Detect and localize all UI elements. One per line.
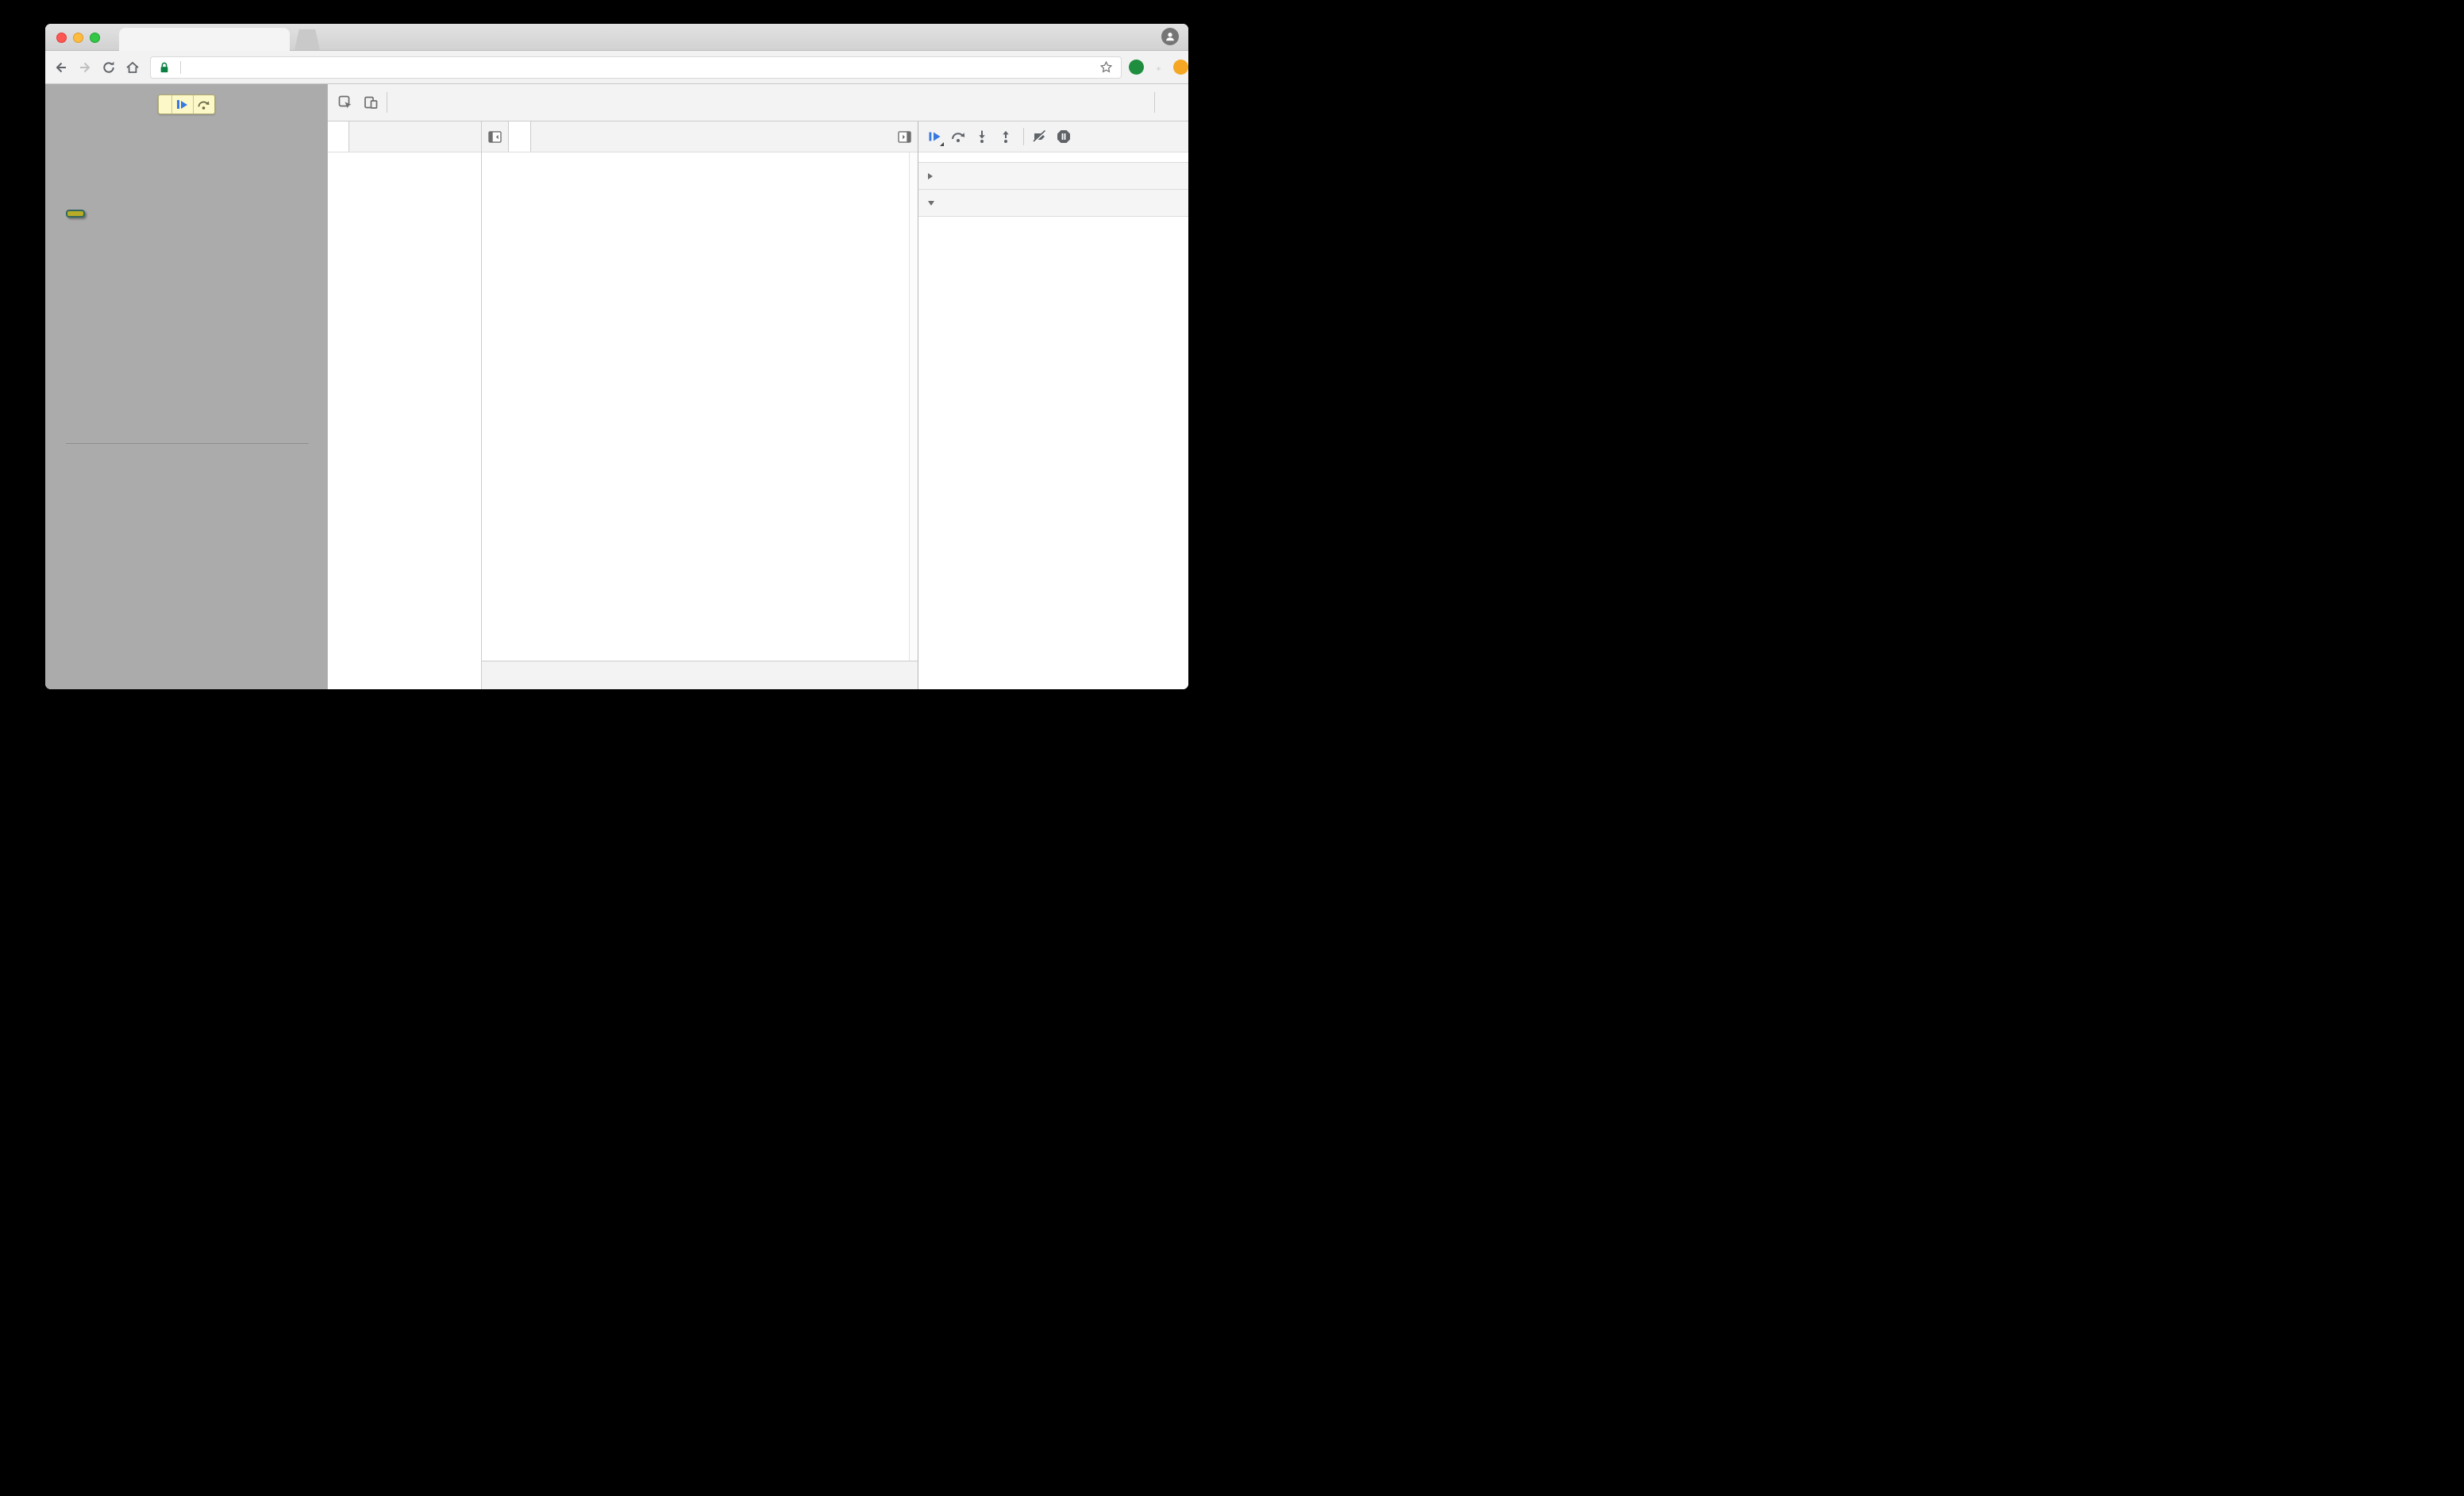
reload-button[interactable] — [101, 60, 117, 75]
demo-page — [45, 84, 327, 689]
deactivate-breakpoints-icon — [1032, 129, 1047, 144]
chevron-down-icon — [928, 200, 934, 206]
back-button[interactable] — [53, 60, 69, 75]
step-over-icon — [952, 133, 965, 142]
editor-scrollbar[interactable] — [909, 152, 918, 661]
profile-avatar[interactable] — [1161, 28, 1179, 45]
step-over-button[interactable] — [950, 129, 966, 145]
window-content — [45, 84, 1188, 689]
extension-ghost-icon[interactable]: ⁎ — [1151, 60, 1166, 75]
step-over-banner-button[interactable] — [192, 95, 214, 114]
editor-tab-vuejs[interactable] — [508, 121, 531, 152]
scrolled-section-sliver — [918, 152, 1188, 163]
section-event-listener-breakpoints[interactable] — [918, 190, 1188, 217]
breakpoint-category-list — [918, 217, 1188, 689]
resume-button[interactable] — [926, 129, 944, 146]
resume-icon — [177, 100, 187, 109]
editor-tab-bar — [482, 121, 918, 152]
forward-button[interactable] — [77, 60, 93, 75]
source-editor — [482, 121, 918, 689]
browser-window: ⁎ — [45, 24, 1188, 689]
step-out-icon — [1003, 130, 1009, 143]
step-into-icon — [979, 130, 985, 143]
click-count-button[interactable] — [66, 210, 85, 218]
navigator-more-tabs-chevron[interactable] — [349, 121, 365, 152]
debugger-sidebar — [918, 121, 1188, 689]
resume-script-button[interactable] — [171, 95, 193, 114]
devtools-controls — [1154, 92, 1188, 113]
navigator-menu-icon[interactable] — [465, 121, 481, 152]
file-navigator — [328, 121, 482, 689]
step-into-button[interactable] — [974, 129, 990, 145]
person-icon — [1166, 33, 1174, 41]
file-tree — [328, 152, 481, 156]
toolbar-separator — [1023, 128, 1024, 145]
paused-in-debugger-banner — [157, 94, 215, 114]
resume-icon — [929, 132, 941, 141]
zoom-window-button[interactable] — [90, 33, 100, 43]
paused-banner-label — [159, 95, 171, 114]
section-global-listeners[interactable] — [918, 163, 1188, 190]
close-window-button[interactable] — [56, 33, 67, 43]
url-bar[interactable] — [150, 56, 1122, 79]
inspect-element-icon[interactable] — [337, 94, 353, 110]
secure-lock-icon — [160, 62, 168, 72]
show-debugger-sidebar-icon[interactable] — [891, 121, 918, 152]
navigator-tab-network[interactable] — [328, 121, 349, 152]
pause-on-exceptions-icon — [1057, 130, 1070, 143]
screenshot-root: ⁎ — [0, 0, 1232, 748]
deactivate-breakpoints-button[interactable] — [1032, 129, 1048, 145]
device-toolbar-icon[interactable] — [363, 94, 379, 110]
browser-tab[interactable] — [119, 28, 290, 51]
title-bar — [45, 24, 1188, 51]
editor-status-bar — [482, 661, 918, 689]
devtools-tab-bar — [328, 84, 1188, 121]
home-button[interactable] — [125, 60, 141, 75]
navigator-header — [328, 121, 481, 152]
url-divider — [180, 60, 181, 74]
hide-navigator-icon[interactable] — [482, 121, 508, 152]
step-over-icon — [198, 101, 210, 110]
chevron-right-icon — [928, 172, 933, 179]
browser-toolbar: ⁎ — [45, 51, 1188, 84]
bookmark-star-icon[interactable] — [1099, 60, 1113, 74]
pause-on-exceptions-button[interactable] — [1056, 129, 1072, 145]
sources-panel — [328, 121, 1188, 689]
page-divider — [66, 443, 309, 444]
code-viewer[interactable] — [482, 152, 918, 661]
extension-check-icon[interactable] — [1129, 60, 1144, 75]
debugger-toolbar — [918, 121, 1188, 152]
new-tab-button[interactable] — [295, 29, 320, 50]
minimize-window-button[interactable] — [73, 33, 83, 43]
extension-alert-icon[interactable] — [1173, 60, 1188, 75]
devtools-panel — [327, 84, 1188, 689]
step-out-button[interactable] — [998, 129, 1014, 145]
